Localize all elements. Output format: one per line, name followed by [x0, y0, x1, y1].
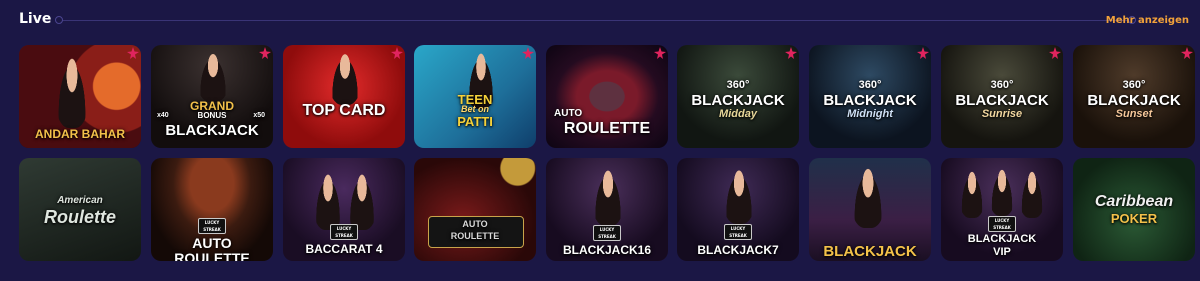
pin-icon[interactable]	[522, 47, 534, 59]
game-tile-blackjack-sunset[interactable]: 360° BLACKJACK Sunset	[1073, 45, 1195, 148]
pin-icon[interactable]	[1049, 47, 1061, 59]
game-tile-grand-bonus-blackjack[interactable]: GRAND BONUS BLACKJACK x40 x50	[151, 45, 273, 148]
lucky-streak-badge: LUCKY STREAK	[593, 225, 621, 241]
pin-icon[interactable]	[259, 47, 271, 59]
game-title-main: BLACKJACK	[823, 92, 917, 109]
game-title-line1: BLACKJACK	[967, 233, 1037, 245]
game-title-deg: 360°	[990, 79, 1014, 91]
game-title-main: BLACKJACK	[1087, 92, 1181, 109]
game-title-line2: VIP	[993, 246, 1011, 258]
game-tile-blackjack-7[interactable]: LUCKY STREAK BLACKJACK7	[677, 158, 799, 261]
dealer-figure	[55, 53, 89, 128]
game-tile-auto-roulette[interactable]: AUTO ROULETTE	[546, 45, 668, 148]
game-tile-blackjack-midday[interactable]: 360° BLACKJACK Midday	[677, 45, 799, 148]
multiplier-left: x40	[157, 112, 169, 119]
lucky-streak-badge: LUCKY STREAK	[198, 218, 226, 234]
game-title-line2: Roulette	[44, 207, 116, 227]
game-title-line1: BLACKJACK7	[697, 243, 779, 257]
game-tile-blackjack[interactable]: BLACKJACK	[809, 158, 931, 261]
game-tile-ls-auto-roulette[interactable]: LUCKY STREAK AUTO ROULETTE	[151, 158, 273, 261]
pin-icon[interactable]	[127, 47, 139, 59]
game-title-main: BLACKJACK	[955, 92, 1049, 109]
game-title-line1: BLACKJACK16	[562, 243, 651, 257]
game-title-sub: Sunset	[1115, 108, 1153, 120]
section-header: Live Mehr anzeigen	[0, 0, 1200, 44]
game-tile-baccarat-4[interactable]: LUCKY STREAK BACCARAT 4	[283, 158, 405, 261]
game-title-line3: PATTI	[457, 114, 493, 129]
header-divider	[60, 20, 1130, 21]
game-title-sub: Sunrise	[981, 108, 1023, 120]
game-tile-blackjack-sunrise[interactable]: 360° BLACKJACK Sunrise	[941, 45, 1063, 148]
dealer-figure	[313, 170, 343, 230]
dealer-figure	[989, 166, 1015, 216]
game-tile-caribbean-poker[interactable]: Caribbean POKER	[1073, 158, 1195, 261]
game-tile-teen-patti[interactable]: TEEN Bet on PATTI	[414, 45, 536, 148]
section-title: Live	[19, 11, 52, 27]
game-title-line1: BACCARAT 4	[305, 242, 383, 256]
game-tile-blackjack-16[interactable]: LUCKY STREAK BLACKJACK16	[546, 158, 668, 261]
lucky-streak-badge: LUCKY STREAK	[988, 216, 1016, 232]
game-title-line2: Bet on	[461, 104, 489, 114]
game-title-sub: Midnight	[847, 108, 893, 120]
game-title-line2: ROULETTE	[174, 250, 250, 261]
pin-icon[interactable]	[917, 47, 929, 59]
game-title-bottom: BLACKJACK	[165, 122, 259, 139]
game-title-line1: Caribbean	[1094, 193, 1174, 210]
game-title-main: BLACKJACK	[691, 92, 785, 109]
dealer-figure	[851, 164, 885, 228]
game-title-line2: ROULETTE	[450, 231, 500, 241]
dealer-figure	[723, 166, 755, 224]
dealer-figure	[197, 50, 229, 102]
dealer-figure	[329, 50, 361, 105]
dealer-figure	[347, 170, 377, 230]
game-tile-blackjack-vip[interactable]: LUCKY STREAK BLACKJACK VIP	[941, 158, 1063, 261]
lucky-streak-badge: LUCKY STREAK	[330, 224, 358, 240]
game-title-line2: ROULETTE	[563, 120, 651, 137]
game-tile-top-card[interactable]: TOP CARD	[283, 45, 405, 148]
game-tile-auto-roulette-2[interactable]: AUTO ROULETTE	[414, 158, 536, 261]
game-title-line1: BLACKJACK	[823, 243, 917, 260]
game-title-line1: American	[57, 195, 103, 206]
game-tile-andar-bahar[interactable]: ANDAR BAHAR	[19, 45, 141, 148]
divider-dot-left	[55, 16, 63, 24]
dealer-figure	[959, 168, 985, 218]
show-more-link[interactable]: Mehr anzeigen	[1106, 15, 1189, 26]
dealer-figure	[592, 166, 624, 226]
game-title-line1: AUTO	[192, 235, 232, 251]
multiplier-right: x50	[253, 112, 265, 119]
game-title-sub: Midday	[719, 108, 757, 120]
game-tile-blackjack-midnight[interactable]: 360° BLACKJACK Midnight	[809, 45, 931, 148]
game-title-line1: AUTO	[554, 108, 583, 119]
pin-icon[interactable]	[391, 47, 403, 59]
game-title-deg: 360°	[1122, 79, 1146, 91]
game-title-line2: POKER	[1110, 211, 1158, 226]
dealer-figure	[1019, 168, 1045, 218]
lucky-streak-badge: LUCKY STREAK	[724, 224, 752, 240]
game-title: ANDAR BAHAR	[35, 127, 125, 141]
pin-icon[interactable]	[1181, 47, 1193, 59]
pin-icon[interactable]	[785, 47, 797, 59]
game-tile-american-roulette[interactable]: American Roulette	[19, 158, 141, 261]
game-title-deg: 360°	[858, 79, 882, 91]
game-title-line1: AUTO	[462, 219, 488, 229]
game-title: TOP CARD	[302, 102, 386, 119]
game-title-deg: 360°	[726, 79, 750, 91]
pin-icon[interactable]	[654, 47, 666, 59]
